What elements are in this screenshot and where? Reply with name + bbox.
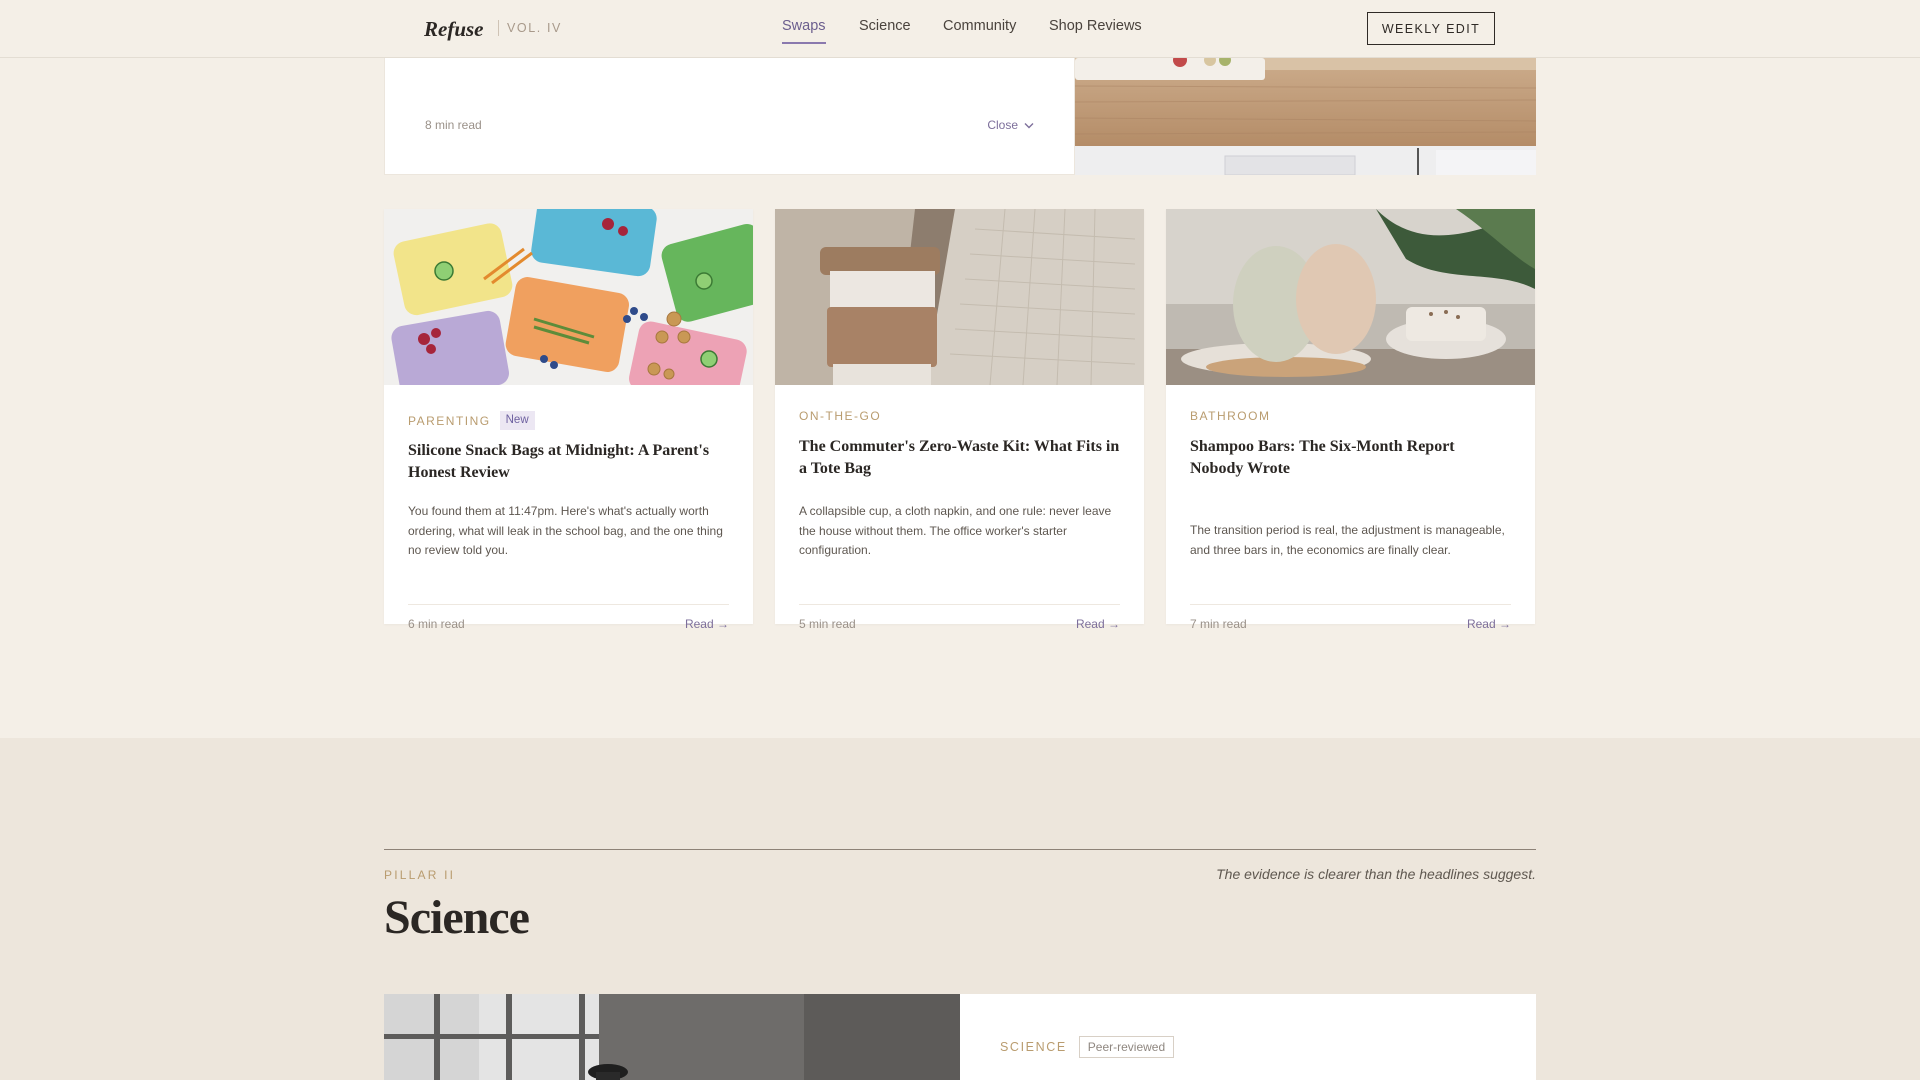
- category-label: PARENTING: [408, 413, 491, 428]
- card-body: ON-THE-GO The Commuter's Zero-Waste Kit:…: [799, 385, 1120, 624]
- read-link[interactable]: Read →: [1467, 617, 1511, 631]
- section-title: Science: [384, 891, 530, 944]
- volume-label: VOL. IV: [498, 20, 562, 36]
- pillar-label: PILLAR II: [384, 868, 456, 882]
- card-category: SCIENCE Peer-reviewed: [1000, 1036, 1175, 1058]
- new-badge: New: [499, 411, 535, 430]
- featured-article-image: [1075, 58, 1536, 175]
- nav-swaps[interactable]: Swaps: [782, 18, 826, 44]
- read-time: 6 min read: [408, 617, 465, 631]
- nav-science[interactable]: Science: [859, 18, 911, 34]
- card-body: PARENTING New Silicone Snack Bags at Mid…: [408, 385, 729, 624]
- article-card[interactable]: BATHROOM Shampoo Bars: The Six-Month Rep…: [1166, 209, 1535, 631]
- featured-article-expanded: 8 min read Close: [384, 58, 1536, 175]
- card-title[interactable]: The Commuter's Zero-Waste Kit: What Fits…: [799, 436, 1120, 480]
- category-label: SCIENCE: [1000, 1040, 1067, 1054]
- read-time: 7 min read: [1190, 617, 1247, 631]
- site-logo[interactable]: Refuse: [424, 17, 484, 42]
- science-card-panel: SCIENCE Peer-reviewed: [960, 994, 1536, 1080]
- read-link[interactable]: Read →: [685, 617, 729, 631]
- card-category: BATHROOM: [1190, 409, 1270, 423]
- card-body: BATHROOM Shampoo Bars: The Six-Month Rep…: [1190, 385, 1511, 624]
- read-time: 5 min read: [799, 617, 856, 631]
- read-link[interactable]: Read →: [1076, 617, 1120, 631]
- close-label: Close: [987, 118, 1018, 132]
- article-card[interactable]: ON-THE-GO The Commuter's Zero-Waste Kit:…: [775, 209, 1144, 631]
- read-time: 8 min read: [425, 118, 482, 132]
- nav-community[interactable]: Community: [943, 18, 1016, 34]
- category-label: BATHROOM: [1190, 409, 1271, 423]
- card-image-shampoo-bars: [1166, 209, 1535, 385]
- category-label: ON-THE-GO: [799, 409, 882, 423]
- card-divider: [408, 604, 729, 605]
- featured-article-panel: 8 min read Close: [384, 58, 1075, 175]
- article-card[interactable]: PARENTING New Silicone Snack Bags at Mid…: [384, 209, 753, 631]
- card-divider: [799, 604, 1120, 605]
- card-excerpt: The transition period is real, the adjus…: [1190, 523, 1505, 557]
- card-category: PARENTING New: [408, 411, 535, 430]
- weekly-edit-button[interactable]: WEEKLY EDIT: [1367, 12, 1495, 45]
- science-section: PILLAR II The evidence is clearer than t…: [0, 738, 1920, 1080]
- section-divider: [384, 849, 1536, 850]
- science-card-image: [384, 994, 960, 1080]
- card-image-tote-kit: [775, 209, 1144, 385]
- section-tagline: The evidence is clearer than the headlin…: [1216, 866, 1536, 882]
- card-divider: [1190, 604, 1511, 605]
- card-title[interactable]: Silicone Snack Bags at Midnight: A Paren…: [408, 440, 729, 484]
- peer-reviewed-badge: Peer-reviewed: [1078, 1036, 1175, 1058]
- nav-shop-reviews[interactable]: Shop Reviews: [1049, 18, 1142, 34]
- card-category: ON-THE-GO: [799, 409, 881, 423]
- card-excerpt: A collapsible cup, a cloth napkin, and o…: [799, 504, 1112, 557]
- science-featured-card[interactable]: SCIENCE Peer-reviewed: [384, 994, 1536, 1080]
- close-button[interactable]: Close: [987, 118, 1034, 132]
- card-image-snack-bags: [384, 209, 753, 385]
- card-excerpt: You found them at 11:47pm. Here's what's…: [408, 504, 723, 557]
- chevron-down-icon: [1024, 122, 1034, 128]
- site-header: Refuse VOL. IV Swaps Science Community S…: [0, 0, 1920, 58]
- card-title[interactable]: Shampoo Bars: The Six-Month Report Nobod…: [1190, 436, 1511, 480]
